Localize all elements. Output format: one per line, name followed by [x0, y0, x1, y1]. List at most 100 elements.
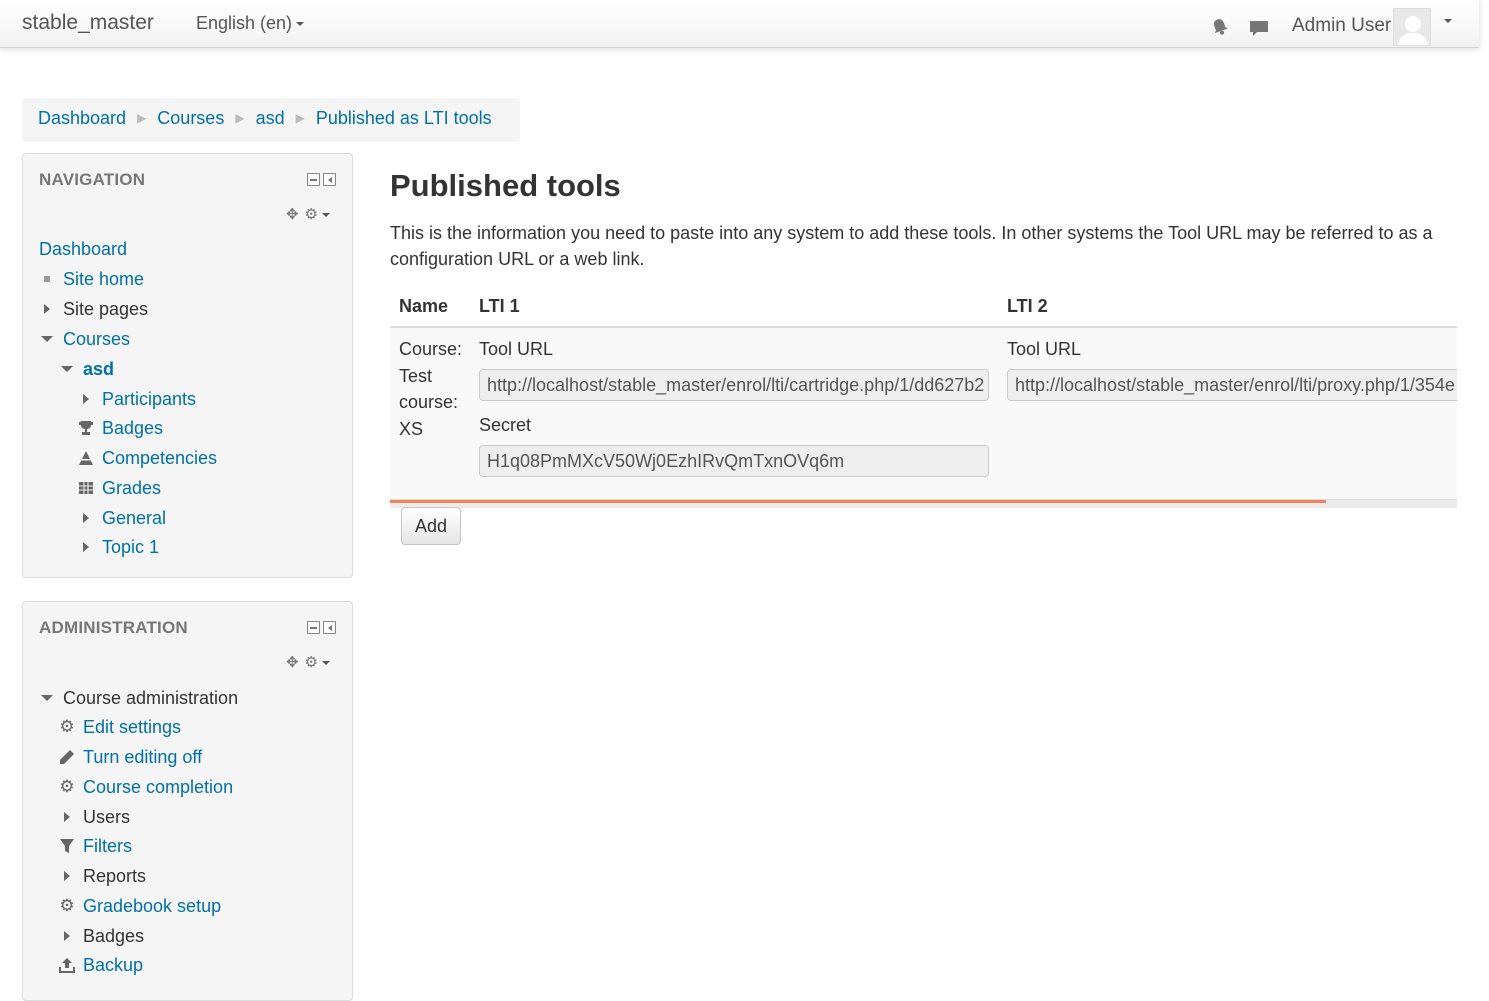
chat-icon[interactable] — [1249, 18, 1269, 38]
language-menu[interactable]: English (en) — [196, 13, 305, 34]
page-title: Published tools — [390, 168, 621, 203]
nav-item-label: Dashboard — [39, 239, 128, 259]
nav-item-label: General — [102, 508, 167, 528]
admin-item-label: Turn editing off — [83, 747, 203, 767]
published-tools-table: Name LTI 1 LTI 2 Course: Test course: XS… — [390, 288, 1457, 508]
nav-item-participants[interactable]: Participants — [78, 385, 196, 413]
table-icon — [78, 480, 94, 496]
nav-item-label: Courses — [63, 329, 131, 349]
gear-icon: ⚙ — [59, 777, 75, 796]
lti2-tool-url-field[interactable]: http://localhost/stable_master/enrol/lti… — [1007, 369, 1457, 401]
nav-item-courses[interactable]: Courses — [39, 325, 130, 353]
gear-icon: ⚙ — [59, 896, 75, 915]
nav-item-course-asd[interactable]: asd — [59, 355, 114, 383]
gear-menu-icon[interactable]: ⚙ — [305, 653, 330, 671]
upload-icon — [59, 957, 75, 973]
admin-item-users[interactable]: Users — [59, 803, 130, 831]
admin-item-backup[interactable]: Backup — [59, 951, 143, 979]
breadcrumb-dashboard[interactable]: Dashboard — [38, 108, 126, 128]
lti1-secret-label: Secret — [479, 415, 532, 435]
page-intro: This is the information you need to past… — [390, 223, 1433, 269]
nav-item-label: Participants — [102, 389, 197, 409]
collapse-icon[interactable] — [39, 331, 55, 347]
breadcrumb-courses[interactable]: Courses — [157, 108, 224, 128]
user-name[interactable]: Admin User — [1292, 15, 1391, 37]
top-navbar: stable_master English (en) Admin User — [0, 0, 1479, 48]
block-controls — [307, 173, 336, 186]
breadcrumb-separator-icon: ▶ — [137, 111, 147, 125]
nav-item-label: Site pages — [63, 299, 149, 319]
pencil-icon — [59, 749, 75, 765]
nav-item-dashboard[interactable]: Dashboard — [39, 235, 127, 263]
minimize-block-icon[interactable] — [307, 621, 320, 634]
nav-item-general[interactable]: General — [78, 504, 166, 532]
nav-item-grades[interactable]: Grades — [78, 474, 161, 502]
column-header-name: Name — [399, 296, 449, 316]
collapse-icon[interactable] — [59, 361, 75, 377]
minimize-block-icon[interactable] — [307, 173, 320, 186]
admin-item-label: Badges — [83, 926, 145, 946]
expand-icon[interactable] — [59, 868, 75, 884]
bell-icon[interactable] — [1210, 17, 1230, 37]
collapse-icon[interactable] — [39, 690, 55, 706]
scrollbar-thumb[interactable] — [390, 500, 1326, 503]
nav-item-badges[interactable]: Badges — [78, 414, 163, 442]
user-silhouette-icon — [1398, 16, 1428, 45]
add-button[interactable]: Add — [401, 507, 461, 545]
expand-icon[interactable] — [39, 301, 55, 317]
nav-item-topic-1[interactable]: Topic 1 — [78, 533, 159, 561]
breadcrumb-course[interactable]: asd — [256, 108, 285, 128]
admin-item-label: Course completion — [83, 777, 234, 797]
breadcrumb: Dashboard ▶ Courses ▶ asd ▶ Published as LTI t… — [22, 98, 520, 142]
trophy-icon — [78, 420, 94, 436]
expand-icon[interactable] — [78, 539, 94, 555]
admin-item-label: Filters — [83, 836, 132, 856]
user-menu-caret-icon[interactable] — [1444, 19, 1452, 23]
move-icon[interactable]: ✥ — [286, 205, 299, 223]
gear-menu-icon[interactable]: ⚙ — [305, 205, 330, 223]
nav-item-competencies[interactable]: Competencies — [78, 444, 217, 472]
move-icon[interactable]: ✥ — [286, 653, 299, 671]
block-actions: ✥ ⚙ — [286, 653, 330, 671]
nav-item-label: Site home — [63, 269, 145, 289]
admin-item-label: Gradebook setup — [83, 896, 222, 916]
nav-item-label: asd — [83, 359, 115, 379]
expand-icon[interactable] — [59, 809, 75, 825]
admin-item-reports[interactable]: Reports — [59, 862, 146, 890]
dock-block-icon[interactable] — [323, 173, 336, 186]
lti1-secret-field[interactable]: H1q08PmMXcV50Wj0EzhIRvQmTxnOVq6m — [479, 445, 989, 477]
nav-item-site-home[interactable]: Site home — [39, 265, 144, 293]
nav-item-label: Topic 1 — [102, 537, 160, 557]
admin-item-course-administration[interactable]: Course administration — [39, 684, 238, 712]
expand-icon[interactable] — [78, 510, 94, 526]
lti2-tool-url-label: Tool URL — [1007, 339, 1082, 359]
language-label: English (en) — [196, 13, 293, 33]
dock-block-icon[interactable] — [323, 621, 336, 634]
gear-icon: ⚙ — [59, 717, 75, 736]
breadcrumb-separator-icon: ▶ — [235, 111, 245, 125]
column-header-lti2: LTI 2 — [1007, 296, 1048, 316]
admin-item-label: Users — [83, 807, 131, 827]
lti1-tool-url-label: Tool URL — [479, 339, 554, 359]
admin-item-badges[interactable]: Badges — [59, 922, 144, 950]
admin-item-label: Backup — [83, 955, 144, 975]
expand-icon[interactable] — [59, 928, 75, 944]
horizontal-scrollbar[interactable] — [390, 500, 1457, 508]
avatar[interactable] — [1393, 8, 1431, 46]
navigation-block-title: NAVIGATION — [39, 170, 146, 189]
site-brand[interactable]: stable_master — [22, 11, 154, 35]
tool-name-cell: Course: Test course: XS — [399, 339, 463, 439]
admin-item-edit-settings[interactable]: ⚙ Edit settings — [59, 713, 181, 741]
nav-item-label: Competencies — [102, 448, 218, 468]
breadcrumb-published-lti[interactable]: Published as LTI tools — [316, 108, 492, 128]
lti1-tool-url-field[interactable]: http://localhost/stable_master/enrol/lti… — [479, 369, 989, 401]
competency-icon — [78, 450, 94, 466]
admin-item-course-completion[interactable]: ⚙ Course completion — [59, 773, 233, 801]
column-header-lti1: LTI 1 — [479, 296, 520, 316]
expand-icon[interactable] — [78, 391, 94, 407]
admin-item-gradebook-setup[interactable]: ⚙ Gradebook setup — [59, 892, 221, 920]
administration-block-title: ADMINISTRATION — [39, 618, 188, 637]
admin-item-turn-editing-off[interactable]: Turn editing off — [59, 743, 202, 771]
admin-item-filters[interactable]: Filters — [59, 832, 132, 860]
nav-item-site-pages[interactable]: Site pages — [39, 295, 148, 323]
